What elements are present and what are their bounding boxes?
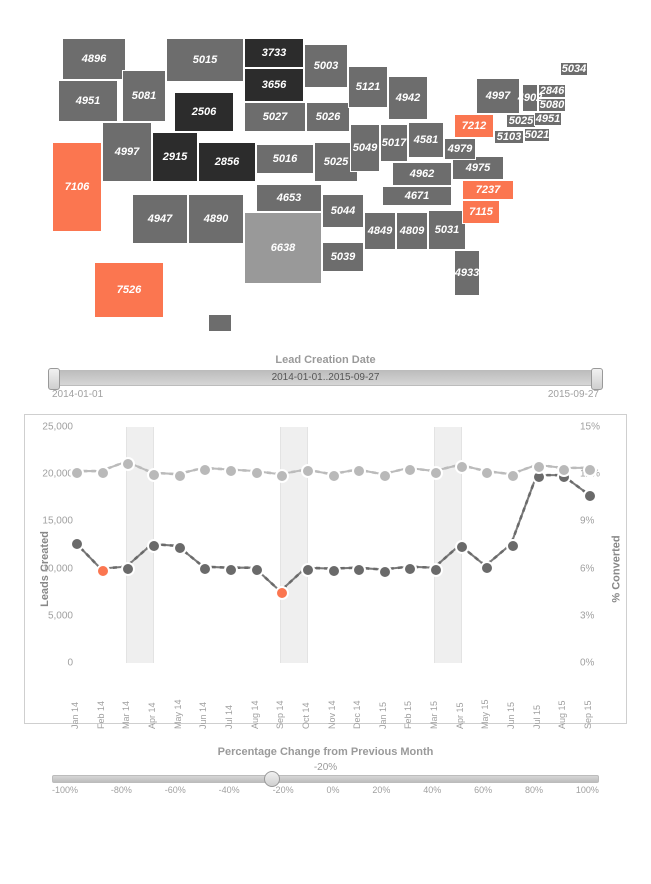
data-point[interactable] xyxy=(224,563,238,577)
data-point[interactable] xyxy=(173,541,187,555)
state-ak[interactable]: 7526 xyxy=(94,262,164,318)
date-slider-handle-right[interactable] xyxy=(591,368,603,390)
data-point[interactable] xyxy=(352,563,366,577)
state-id[interactable]: 5081 xyxy=(122,70,166,122)
state-wv[interactable]: 4979 xyxy=(444,138,476,160)
state-az[interactable]: 4947 xyxy=(132,194,188,244)
state-ok[interactable]: 4653 xyxy=(256,184,322,212)
state-al[interactable]: 4809 xyxy=(396,212,428,250)
data-point[interactable] xyxy=(198,562,212,576)
data-point[interactable] xyxy=(506,539,520,553)
state-wi[interactable]: 5121 xyxy=(348,66,388,108)
data-point[interactable] xyxy=(327,469,341,483)
state-nc[interactable]: 7237 xyxy=(462,180,514,200)
leads-chart: Leads Created % Converted 05,00010,00015… xyxy=(24,414,627,724)
state-ga[interactable]: 5031 xyxy=(428,210,466,250)
y-axis-ticks: 05,00010,00015,00020,00025,000 xyxy=(29,427,73,663)
data-point[interactable] xyxy=(583,463,597,477)
data-point[interactable] xyxy=(455,460,469,474)
state-ca[interactable]: 7106 xyxy=(52,142,102,232)
state-co[interactable]: 2856 xyxy=(198,142,256,182)
state-fl[interactable]: 4933 xyxy=(454,250,480,296)
date-slider: Lead Creation Date 2014-01-01..2015-09-2… xyxy=(52,354,599,400)
state-ia[interactable]: 5026 xyxy=(306,102,350,132)
pct-slider-ticks: -100%-80%-60%-40%-20%0%20%40%60%80%100% xyxy=(52,785,599,795)
state-ny[interactable]: 4997 xyxy=(476,78,520,114)
state-tx[interactable]: 6638 xyxy=(244,212,322,284)
state-mi[interactable]: 4942 xyxy=(388,76,428,120)
state-ms[interactable]: 4849 xyxy=(364,212,396,250)
data-point[interactable] xyxy=(378,469,392,483)
state-vt[interactable]: 5034 xyxy=(560,62,588,76)
date-slider-handle-left[interactable] xyxy=(48,368,60,390)
data-point[interactable] xyxy=(250,563,264,577)
state-sd[interactable]: 3656 xyxy=(244,68,304,102)
data-point[interactable] xyxy=(327,564,341,578)
data-point[interactable] xyxy=(147,468,161,482)
state-in[interactable]: 5017 xyxy=(380,124,408,162)
data-point[interactable] xyxy=(378,565,392,579)
data-point[interactable] xyxy=(173,469,187,483)
data-point[interactable] xyxy=(147,539,161,553)
data-point[interactable] xyxy=(532,460,546,474)
state-nh[interactable]: 4902 xyxy=(522,84,538,112)
x-axis-ticks: Jan 14Feb 14Mar 14Apr 14May 14Jun 14Jul … xyxy=(75,667,588,719)
pct-slider-handle[interactable] xyxy=(264,771,280,787)
data-point[interactable] xyxy=(121,457,135,471)
date-slider-min: 2014-01-01 xyxy=(52,389,103,400)
state-ut[interactable]: 2915 xyxy=(152,132,198,182)
date-slider-title: Lead Creation Date xyxy=(52,354,599,366)
state-de[interactable]: 5025 xyxy=(506,114,536,128)
state-or[interactable]: 4951 xyxy=(58,80,118,122)
pct-slider-track[interactable] xyxy=(52,775,599,783)
state-tn[interactable]: 4671 xyxy=(382,186,452,206)
pct-slider: Percentage Change from Previous Month -2… xyxy=(52,746,599,795)
state-il[interactable]: 5049 xyxy=(350,124,380,172)
pct-slider-title: Percentage Change from Previous Month xyxy=(52,746,599,758)
pct-slider-value: -20% xyxy=(52,762,599,773)
data-point[interactable] xyxy=(96,564,110,578)
state-md[interactable]: 5103 xyxy=(494,130,524,144)
state-mn[interactable]: 5003 xyxy=(304,44,348,88)
state-hi[interactable] xyxy=(208,314,232,332)
state-ne[interactable]: 5027 xyxy=(244,102,306,132)
state-wa[interactable]: 4896 xyxy=(62,38,126,80)
state-oh[interactable]: 4581 xyxy=(408,122,444,158)
state-mt[interactable]: 5015 xyxy=(166,38,244,82)
date-slider-range-label: 2014-01-01..2015-09-27 xyxy=(53,371,598,385)
date-slider-max: 2015-09-27 xyxy=(548,389,599,400)
data-point[interactable] xyxy=(301,563,315,577)
state-ky[interactable]: 4962 xyxy=(392,162,452,186)
state-nj[interactable]: 5021 xyxy=(524,128,550,142)
data-point[interactable] xyxy=(250,466,264,480)
data-point[interactable] xyxy=(121,562,135,576)
state-ct[interactable]: 4951 xyxy=(534,112,562,126)
state-pa[interactable]: 7212 xyxy=(454,114,494,138)
data-point[interactable] xyxy=(583,489,597,503)
plot-area[interactable] xyxy=(75,427,588,663)
state-wy[interactable]: 2506 xyxy=(174,92,234,132)
state-ar[interactable]: 5044 xyxy=(322,194,364,228)
data-point[interactable] xyxy=(455,540,469,554)
date-slider-track[interactable]: 2014-01-01..2015-09-27 xyxy=(52,370,599,386)
state-nm[interactable]: 4890 xyxy=(188,194,244,244)
us-choropleth-map[interactable]: 4896495150815015250649977106291528564947… xyxy=(22,14,629,344)
data-point[interactable] xyxy=(96,466,110,480)
state-la[interactable]: 5039 xyxy=(322,242,364,272)
state-nv[interactable]: 4997 xyxy=(102,122,152,182)
state-sc[interactable]: 7115 xyxy=(462,200,500,224)
data-point[interactable] xyxy=(429,563,443,577)
data-point[interactable] xyxy=(70,466,84,480)
state-ks[interactable]: 5016 xyxy=(256,144,314,174)
state-nd[interactable]: 3733 xyxy=(244,38,304,68)
